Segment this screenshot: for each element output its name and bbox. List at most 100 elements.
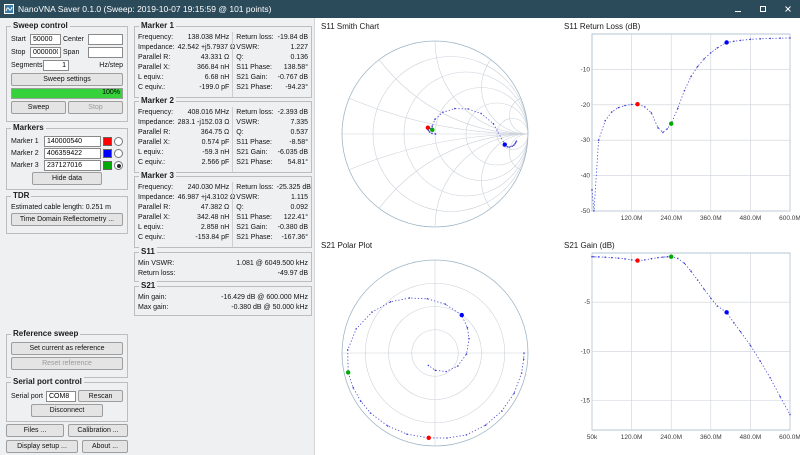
info-row: S21 Gain: -0.380 dB [236, 223, 308, 233]
marker1-color-swatch[interactable] [103, 137, 112, 146]
sweep-control-group: Sweep control Start Center Stop Span Seg… [6, 21, 128, 122]
info-label: VSWR: [236, 44, 260, 51]
marker3-radio[interactable] [114, 161, 123, 170]
marker3-color-swatch[interactable] [103, 161, 112, 170]
info-label: Parallel R: [138, 204, 171, 211]
info-label: S11 Phase: [236, 139, 272, 146]
s-param-info-title: S11 [139, 247, 157, 256]
info-value: 0.136 [290, 54, 308, 61]
info-value: 138.58° [283, 64, 308, 71]
s11-return-loss-chart[interactable]: S11 Return Loss (dB) -10 -20 -30 -40 -50 120.0… [558, 18, 800, 236]
hide-data-button[interactable]: Hide data [32, 172, 102, 185]
span-input[interactable] [88, 47, 123, 58]
s11-info-box: S11 Min VSWR: 1.081 @ 6049.500 kHz Return l… [134, 247, 312, 282]
info-value: 408.016 MHz [187, 109, 230, 116]
info-label: S21 Phase: [236, 234, 273, 241]
info-label: VSWR: [236, 119, 260, 126]
info-row: Q: 0.537 [236, 128, 308, 138]
info-value: 54.81° [287, 159, 308, 166]
disconnect-row: Disconnect [11, 404, 123, 417]
info-label: C equiv.: [138, 159, 166, 166]
about-button[interactable]: About ... [82, 440, 128, 453]
info-value: 240.030 MHz [187, 184, 230, 191]
marker-info-columns: Frequency: 240.030 MHz Impedance: 46.987 +j… [135, 182, 311, 247]
marker-info-columns: Frequency: 138.038 MHz Impedance: 42.542 +j… [135, 32, 311, 97]
info-label: Parallel R: [138, 129, 171, 136]
info-label: C equiv.: [138, 234, 166, 241]
tdr-estimate-label: Estimated cable length: 0.251 m [11, 204, 112, 211]
info-label: Parallel X: [138, 139, 170, 146]
s-param-info-column: Min VSWR: 1.081 @ 6049.500 kHz Return loss… [135, 258, 311, 281]
reset-reference-button[interactable]: Reset reference [11, 357, 123, 370]
sweep-button[interactable]: Sweep [11, 101, 66, 114]
marker1-radio[interactable] [114, 137, 123, 146]
info-value: 6.68 nH [204, 74, 230, 81]
center-input[interactable] [88, 34, 123, 45]
s11-smith-chart[interactable]: S11 Smith Chart [315, 18, 558, 236]
info-row: Return loss: -2.393 dB [236, 108, 308, 118]
rescan-button[interactable]: Rescan [78, 390, 123, 402]
marker1-frequency-input[interactable] [44, 136, 101, 147]
marker-row-2: Marker 2 [11, 148, 123, 159]
info-value: -59.3 nH [202, 149, 230, 156]
marker3-label: Marker 3 [11, 162, 39, 169]
svg-text:50k: 50k [587, 434, 598, 441]
svg-text:120.0M: 120.0M [621, 215, 643, 222]
info-row: L equiv.: 2.858 nH [138, 223, 229, 233]
info-label: S21 Gain: [236, 149, 268, 156]
calibration-button[interactable]: Calibration ... [68, 424, 128, 437]
info-row: VSWR: 1.227 [236, 43, 308, 53]
info-row: S21 Phase: 54.81° [236, 158, 308, 168]
info-row: Min VSWR: 1.081 @ 6049.500 kHz [138, 259, 308, 269]
marker-info-columns: Frequency: 408.016 MHz Impedance: 283.1 -j1… [135, 107, 311, 172]
info-value: -25.325 dB [276, 184, 311, 191]
info-value: 122.41° [283, 214, 308, 221]
segments-input[interactable] [43, 60, 69, 71]
minimize-icon[interactable] [725, 0, 750, 18]
tdr-button[interactable]: Time Domain Reflectometry ... [11, 213, 123, 226]
display-setup-button[interactable]: Display setup ... [6, 440, 78, 453]
center-label: Center [63, 36, 85, 43]
close-icon[interactable] [775, 0, 800, 18]
svg-text:-10: -10 [581, 348, 591, 355]
s21-polar-plot[interactable]: S21 Polar Plot [315, 237, 558, 455]
info-row: Q: 0.136 [236, 53, 308, 63]
info-value: 138.038 MHz [187, 34, 230, 41]
segments-label: Segments [11, 62, 43, 69]
info-row: S21 Gain: -6.035 dB [236, 148, 308, 158]
serial-port-group: Serial port control Serial port Rescan D… [6, 377, 128, 422]
marker2-info-box: Marker 2 Frequency: 408.016 MHz Impedance: 2… [134, 96, 312, 173]
marker2-frequency-input[interactable] [44, 148, 101, 159]
marker-info-title: Marker 1 [139, 21, 176, 30]
marker2-radio[interactable] [114, 149, 123, 158]
marker2-color-swatch[interactable] [103, 149, 112, 158]
info-value: 7.335 [290, 119, 308, 126]
info-value: -0.380 dB [277, 224, 308, 231]
s21-info-box: S21 Min gain: -16.429 dB @ 600.000 MHz Max … [134, 281, 312, 316]
start-input[interactable] [30, 34, 61, 45]
info-label: Min VSWR: [138, 260, 175, 267]
stop-sweep-button[interactable]: Stop [68, 101, 123, 114]
files-button[interactable]: Files ... [6, 424, 64, 437]
serial-port-input[interactable] [46, 390, 76, 402]
info-row: Return loss: -25.325 dB [236, 183, 311, 193]
chart-panel: S11 Smith Chart S11 Return Loss (dB) -10 -… [314, 18, 800, 455]
sweep-settings-button[interactable]: Sweep settings [11, 73, 123, 86]
marker3-frequency-input[interactable] [44, 160, 101, 171]
disconnect-button[interactable]: Disconnect [31, 404, 103, 417]
maximize-icon[interactable] [750, 0, 775, 18]
svg-text:120.0M: 120.0M [621, 434, 643, 441]
s21-gain-chart[interactable]: S21 Gain (dB) -5 -10 -15 50k 120.0M 240.0M 360.… [558, 237, 800, 455]
marker-info-title: Marker 2 [139, 96, 176, 105]
info-value: 0.537 [290, 129, 308, 136]
info-label: Frequency: [138, 109, 174, 116]
info-label: Min gain: [138, 294, 167, 301]
info-label: S21 Gain: [236, 74, 268, 81]
stop-input[interactable] [30, 47, 61, 58]
marker-row-3: Marker 3 [11, 160, 123, 171]
info-value: -0.767 dB [277, 74, 308, 81]
info-label: Return loss: [138, 270, 176, 277]
info-label: Max gain: [138, 304, 169, 311]
marker-info-left-column: Frequency: 138.038 MHz Impedance: 42.542 +j… [135, 32, 235, 97]
set-reference-button[interactable]: Set current as reference [11, 342, 123, 355]
